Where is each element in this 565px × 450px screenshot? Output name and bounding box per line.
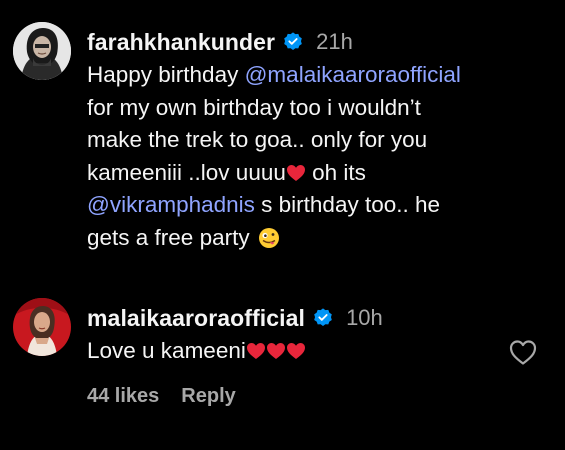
comment-actions: 44 likes Reply <box>87 385 236 408</box>
red-heart-emoji <box>286 337 306 359</box>
comment-time: 10h <box>346 305 383 330</box>
mention-link[interactable]: @vikramphadnis <box>87 192 255 217</box>
avatar[interactable] <box>13 298 71 356</box>
comment-text: Love u kameeni <box>87 335 547 368</box>
mention-link[interactable]: @malaikaaroraofficial <box>245 62 461 87</box>
verified-badge-icon <box>282 31 304 53</box>
likes-count[interactable]: 44 likes <box>87 385 159 408</box>
username[interactable]: malaikaaroraofficial <box>87 305 305 332</box>
reply-button[interactable]: Reply <box>181 385 235 408</box>
username[interactable]: farahkhankunder <box>87 29 275 56</box>
comment-text: Happy birthday @malaikaaroraofficial for… <box>87 62 461 250</box>
red-heart-emoji <box>246 337 266 359</box>
red-heart-emoji <box>266 337 286 359</box>
red-heart-emoji <box>286 159 306 181</box>
heart-outline-icon[interactable] <box>508 338 538 366</box>
avatar[interactable] <box>13 22 71 80</box>
comment-time: 21h <box>316 29 353 54</box>
verified-badge-icon <box>312 307 334 329</box>
zany-face-emoji <box>258 226 280 248</box>
